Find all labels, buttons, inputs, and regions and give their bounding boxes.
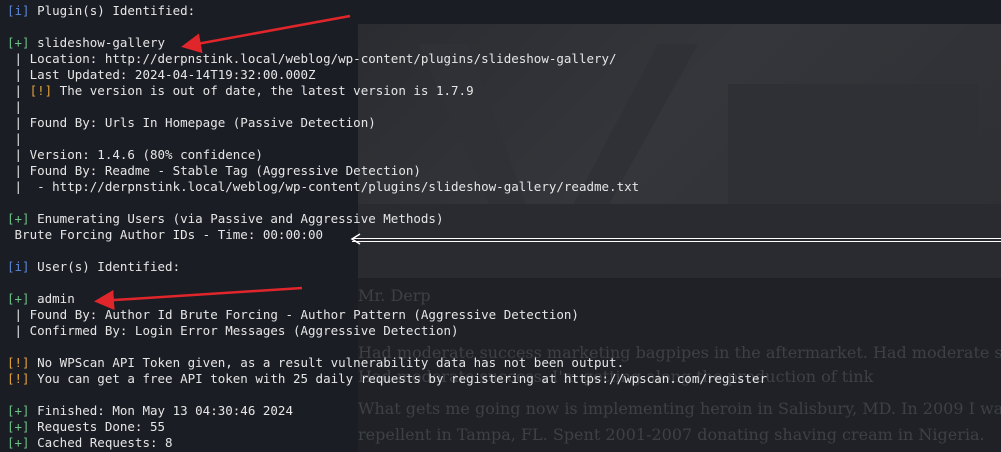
terminal-line-found-by-readme: | Found By: Readme - Stable Tag (Aggress…: [7, 163, 421, 178]
cached-requests-text: Cached Requests: 8: [29, 435, 173, 450]
terminal-line-user-found-by: | Found By: Author Id Brute Forcing - Au…: [7, 307, 579, 322]
plugin-name-text: slideshow-gallery: [29, 35, 166, 50]
finished-text: Finished: Mon May 13 04:30:46 2024: [29, 403, 293, 418]
warning-tag: [!]: [7, 371, 30, 386]
terminal-line-last-updated: | Last Updated: 2024-04-14T19:32:00.000Z: [7, 67, 316, 82]
info-tag: [i]: [7, 3, 30, 18]
terminal-line-free-token: [!] You can get a free API token with 25…: [7, 371, 1001, 387]
terminal-line-readme-url: | - http://derpnstink.local/weblog/wp-co…: [7, 179, 640, 194]
terminal-line-requests-done: [+] Requests Done: 55: [7, 419, 1001, 435]
no-token-text: No WPScan API Token given, as a result v…: [29, 355, 625, 370]
free-token-text: You can get a free API token with 25 dai…: [29, 371, 768, 386]
user-name-text: admin: [29, 291, 75, 306]
terminal-line-cached-requests: [+] Cached Requests: 8: [7, 435, 1001, 451]
terminal-line-no-token: [!] No WPScan API Token given, as a resu…: [7, 355, 1001, 371]
terminal-line-found-by-urls: | Found By: Urls In Homepage (Passive De…: [7, 115, 376, 130]
enumerating-text: Enumerating Users (via Passive and Aggre…: [29, 211, 444, 226]
plus-tag: [+]: [7, 211, 30, 226]
terminal-line-finished: [+] Finished: Mon May 13 04:30:46 2024: [7, 403, 1001, 419]
outdated-text: The version is out of date, the latest v…: [52, 83, 474, 98]
terminal-line-plugin-name: [+] slideshow-gallery: [7, 35, 1001, 51]
requests-done-text: Requests Done: 55: [29, 419, 166, 434]
warning-tag: [!]: [29, 83, 53, 98]
terminal-line-users-header: [i] User(s) Identified:: [7, 259, 1001, 275]
info-tag: [i]: [7, 259, 30, 274]
progress-double-line: [352, 238, 1001, 242]
pipe-prefix: |: [7, 83, 30, 98]
plus-tag: [+]: [7, 291, 30, 306]
plus-tag: [+]: [7, 435, 30, 450]
terminal-line-pipe: |: [7, 131, 23, 146]
plus-tag: [+]: [7, 35, 30, 50]
double-arrow-left-icon: [350, 233, 361, 245]
terminal-output: [i] Plugin(s) Identified: [+] slideshow-…: [7, 3, 1001, 451]
warning-tag: [!]: [7, 355, 30, 370]
plus-tag: [+]: [7, 419, 30, 434]
terminal-line-outdated: | [!] The version is out of date, the la…: [7, 83, 1001, 99]
terminal-line-enumerating: [+] Enumerating Users (via Passive and A…: [7, 211, 1001, 227]
plus-tag: [+]: [7, 403, 30, 418]
plugins-header-text: Plugin(s) Identified:: [29, 3, 196, 18]
terminal-line-user-name: [+] admin: [7, 291, 1001, 307]
terminal-line-plugins-header: [i] Plugin(s) Identified:: [7, 3, 1001, 19]
users-header-text: User(s) Identified:: [29, 259, 181, 274]
terminal-line-user-confirmed: | Confirmed By: Login Error Messages (Ag…: [7, 323, 459, 338]
terminal-line-pipe: |: [7, 99, 23, 114]
terminal-line-location: | Location: http://derpnstink.local/webl…: [7, 51, 617, 66]
terminal-line-version: | Version: 1.4.6 (80% confidence): [7, 147, 263, 162]
